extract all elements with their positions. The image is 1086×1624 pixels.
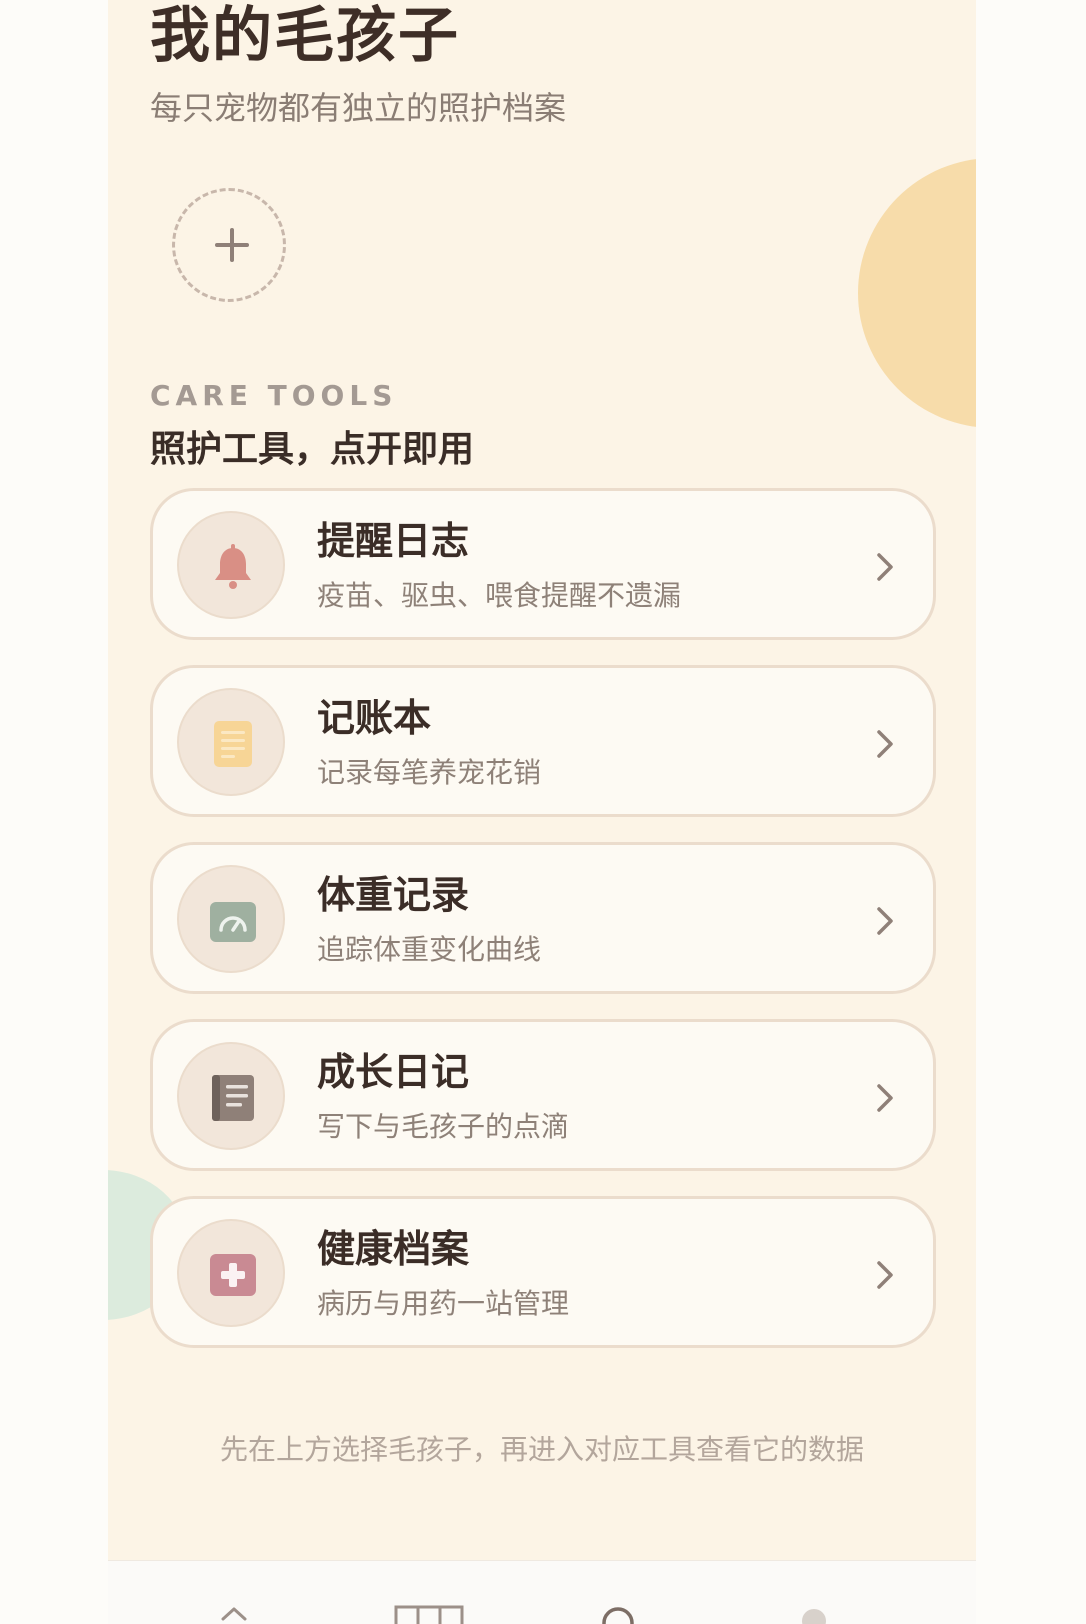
chevron-right-icon bbox=[877, 730, 893, 758]
page-title: 我的毛孩子 bbox=[150, 1, 460, 71]
chevron-right-icon bbox=[877, 1261, 893, 1289]
tool-card-growth-diary[interactable]: 成长日记 写下与毛孩子的点滴 bbox=[150, 1019, 936, 1171]
scale-icon bbox=[210, 902, 256, 942]
decorative-orange-circle bbox=[858, 158, 976, 428]
tool-card-reminder-log[interactable]: 提醒日志 疫苗、驱虫、喂食提醒不遗漏 bbox=[150, 488, 936, 640]
notepad-icon bbox=[214, 721, 252, 767]
page: 我的毛孩子 每只宠物都有独立的照护档案 CARE TOOLS 照护工具，点开即用… bbox=[0, 0, 1086, 1624]
grid-icon[interactable] bbox=[394, 1605, 464, 1624]
chevron-right-icon bbox=[877, 1084, 893, 1112]
tool-title: 记账本 bbox=[317, 696, 432, 740]
tool-description: 记录每笔养宠花销 bbox=[317, 756, 542, 789]
tool-title: 提醒日志 bbox=[317, 519, 470, 563]
tool-title: 体重记录 bbox=[317, 873, 470, 917]
tool-icon-container bbox=[177, 688, 285, 796]
bottom-tab-bar bbox=[108, 1560, 976, 1624]
tool-title: 健康档案 bbox=[317, 1227, 470, 1271]
tool-card-weight-record[interactable]: 体重记录 追踪体重变化曲线 bbox=[150, 842, 936, 994]
tool-description: 追踪体重变化曲线 bbox=[317, 933, 542, 966]
tool-icon-container bbox=[177, 1219, 285, 1327]
tool-description: 疫苗、驱虫、喂食提醒不遗漏 bbox=[317, 579, 682, 612]
section-title: 照护工具，点开即用 bbox=[150, 429, 475, 470]
journal-icon bbox=[212, 1075, 254, 1121]
page-subtitle: 每只宠物都有独立的照护档案 bbox=[150, 89, 567, 127]
tool-icon-container bbox=[177, 1042, 285, 1150]
app-screen: 我的毛孩子 每只宠物都有独立的照护档案 CARE TOOLS 照护工具，点开即用… bbox=[108, 0, 976, 1560]
tool-description: 写下与毛孩子的点滴 bbox=[317, 1110, 570, 1143]
home-icon[interactable] bbox=[220, 1605, 248, 1624]
chevron-right-icon bbox=[877, 553, 893, 581]
tool-title: 成长日记 bbox=[317, 1050, 470, 1094]
tool-icon-container bbox=[177, 511, 285, 619]
tool-card-expense-book[interactable]: 记账本 记录每笔养宠花销 bbox=[150, 665, 936, 817]
search-icon[interactable] bbox=[598, 1605, 638, 1624]
tool-icon-container bbox=[177, 865, 285, 973]
tool-card-health-records[interactable]: 健康档案 病历与用药一站管理 bbox=[150, 1196, 936, 1348]
tool-description: 病历与用药一站管理 bbox=[317, 1287, 570, 1320]
bell-icon bbox=[215, 544, 251, 589]
footer-hint: 先在上方选择毛孩子，再进入对应工具查看它的数据 bbox=[219, 1433, 864, 1466]
add-pet-button[interactable] bbox=[172, 188, 286, 302]
section-eyebrow: CARE TOOLS bbox=[150, 379, 398, 412]
profile-icon[interactable] bbox=[798, 1605, 830, 1624]
medical-kit-icon bbox=[210, 1254, 256, 1296]
chevron-right-icon bbox=[877, 907, 893, 935]
